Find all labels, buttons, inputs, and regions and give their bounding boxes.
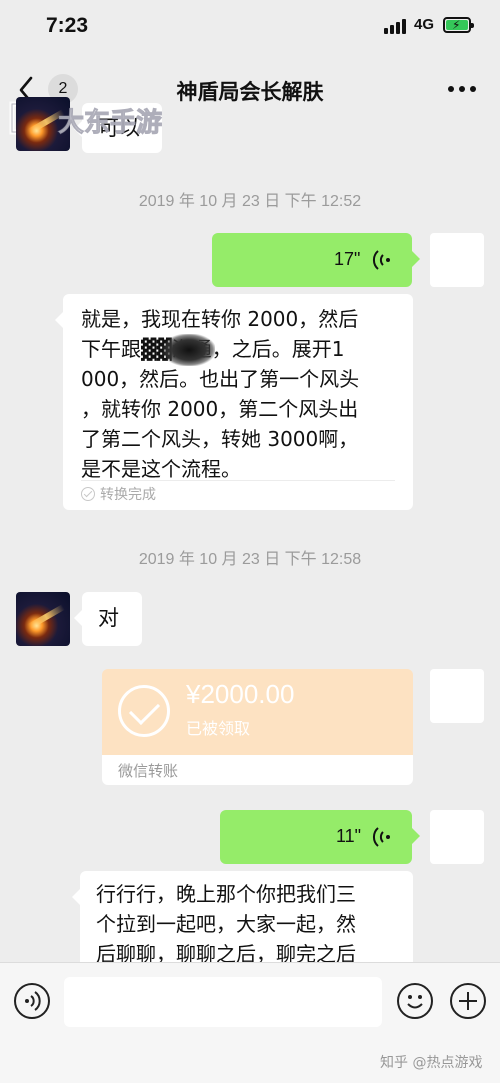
conversion-status: 转换完成 <box>81 480 156 510</box>
network-label: 4G <box>414 16 435 33</box>
transfer-status: 已被领取 <box>186 719 251 738</box>
emoji-button[interactable] <box>397 983 433 1019</box>
converted-text-line: 个拉到一起吧，大家一起，然 <box>96 912 356 936</box>
more-icon[interactable] <box>448 86 476 94</box>
status-bar: 7:23 4G ⚡ <box>0 0 500 52</box>
converted-text-line: 了第二个风头，转她 3000啊， <box>81 427 359 451</box>
voice-duration: 11" <box>336 826 362 846</box>
status-time: 7:23 <box>46 14 89 37</box>
voice-to-text-card[interactable]: 就是，我现在转你 2000，然后 下午跟▓▓沟通，之后。展开1 000，然后。也… <box>55 294 413 510</box>
watermark-text: 大东手游 <box>57 108 163 139</box>
converted-text-line: 行行行，晚上那个你把我们三 <box>96 882 356 906</box>
converted-text-line-wrap: 下午跟▓▓沟通，之后。展开1 <box>81 334 395 366</box>
check-circle-icon <box>118 685 170 737</box>
converted-text-line: 就是，我现在转你 2000，然后 <box>81 307 359 331</box>
transfer-card-footer: 微信转账 <box>102 755 413 785</box>
self-avatar[interactable] <box>430 233 484 287</box>
converted-text-line: ，就转你 2000，第二个风头出 <box>81 397 359 421</box>
message-input[interactable] <box>64 977 382 1027</box>
plus-icon <box>459 992 477 1010</box>
watermark-credit: 知乎 @热点游戏 <box>380 1055 483 1071</box>
contact-avatar[interactable] <box>16 592 70 646</box>
emoji-icon <box>407 995 423 1009</box>
outgoing-voice-message[interactable]: 11" <box>220 810 420 864</box>
redaction-scribble <box>163 334 215 366</box>
signal-icon <box>384 18 408 34</box>
plus-button[interactable] <box>450 983 486 1019</box>
timestamp: 2019 年 10 月 23 日 下午 12:52 <box>138 193 362 210</box>
transfer-label: 微信转账 <box>118 762 179 780</box>
voice-input-icon <box>25 991 41 1011</box>
battery-icon: ⚡ <box>443 17 474 33</box>
check-circle-icon <box>81 487 95 501</box>
voice-duration: 17" <box>334 249 361 269</box>
converted-text-line: 000，然后。也出了第一个风头 <box>81 367 360 391</box>
message-text: 对 <box>98 606 119 630</box>
wechat-transfer-card[interactable]: ¥2000.00 已被领取 微信转账 <box>102 669 413 785</box>
voice-wave-icon <box>372 827 390 847</box>
self-avatar[interactable] <box>430 810 484 864</box>
conversion-status-text: 转换完成 <box>100 487 156 503</box>
voice-wave-icon <box>372 250 390 270</box>
incoming-message[interactable]: 对 <box>74 592 142 646</box>
timestamp: 2019 年 10 月 23 日 下午 12:58 <box>138 551 362 568</box>
self-avatar[interactable] <box>430 669 484 723</box>
transfer-card-body: ¥2000.00 已被领取 <box>102 669 413 755</box>
transfer-amount: ¥2000.00 <box>186 679 295 709</box>
outgoing-voice-message[interactable]: 17" <box>212 233 420 287</box>
voice-input-button[interactable] <box>14 983 50 1019</box>
